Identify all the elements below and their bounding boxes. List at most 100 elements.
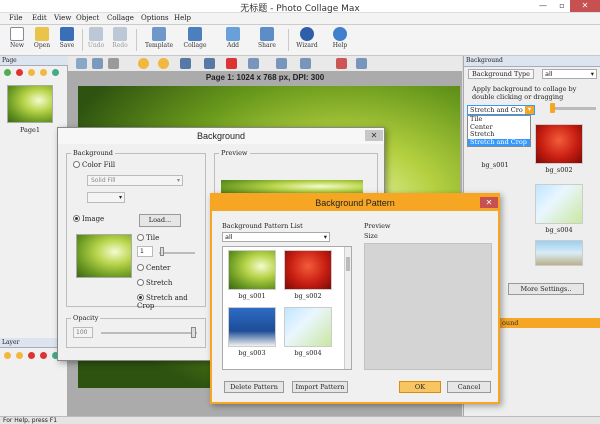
menu-options[interactable]: Options (141, 14, 169, 22)
background-type-label: Background Type (468, 69, 534, 79)
delete-icon[interactable] (226, 58, 237, 69)
toolbar-open-button[interactable]: Open (30, 27, 54, 49)
menu-object[interactable]: Object (76, 14, 99, 22)
toolbar-collage-button[interactable]: Collage (181, 27, 209, 49)
export-icon[interactable] (356, 58, 367, 69)
toolbar-wizard-button[interactable]: Wizard (295, 27, 319, 49)
fill-mode-select[interactable]: Stretch and Cro ▾ (467, 105, 535, 115)
remove-icon[interactable] (336, 58, 347, 69)
clear-layer-icon[interactable] (40, 352, 47, 359)
background-type-select[interactable]: all ▾ (542, 69, 597, 79)
toolbar-new-button[interactable]: New (5, 27, 29, 49)
rotate-left-icon[interactable] (204, 58, 215, 69)
close-window-button[interactable]: ✕ (570, 0, 600, 12)
image-thumbnail (76, 234, 132, 278)
chevron-down-icon: ▾ (323, 233, 327, 241)
menu-collage[interactable]: Collage (107, 14, 134, 22)
load-image-button[interactable]: Load... (139, 214, 181, 227)
image-radio[interactable]: Image (73, 215, 104, 223)
thumb-bg-s004[interactable]: bg_s004 (534, 184, 584, 234)
circle-icon[interactable] (138, 58, 149, 69)
crop-icon[interactable] (108, 58, 119, 69)
pattern-filter-select[interactable]: all ▾ (222, 232, 330, 242)
thumb-bg-s001-label[interactable]: bg_s001 (470, 161, 520, 169)
grid-icon[interactable] (92, 58, 103, 69)
layer-down-icon[interactable] (16, 352, 23, 359)
delete-layer-icon[interactable] (28, 352, 35, 359)
toolbar-redo-button[interactable]: Redo (108, 27, 132, 49)
menu-help[interactable]: Help (174, 14, 191, 22)
fill-mode-dropdown: Tile Center Stretch Stretch and Crop (467, 115, 531, 147)
color-fill-radio[interactable]: Color Fill (73, 161, 115, 169)
toolbar-template-button[interactable]: Template (144, 27, 174, 49)
toolbar-separator (136, 29, 137, 51)
opacity-input[interactable]: 100 (73, 327, 93, 338)
background-hint: Apply background to collage by double cl… (472, 85, 577, 101)
toolbar-undo-button[interactable]: Undo (84, 27, 108, 49)
center-radio[interactable]: Center (137, 264, 170, 272)
add-page-icon[interactable] (4, 69, 11, 76)
opacity-group: Opacity 100 (66, 314, 206, 348)
toolbar-add-button[interactable]: Add (221, 27, 245, 49)
move-down-icon[interactable] (40, 69, 47, 76)
close-icon[interactable]: ✕ (365, 130, 383, 141)
page-info: Page 1: 1024 x 768 px, DPI: 300 (205, 73, 325, 82)
page-panel-header: Page (0, 56, 68, 66)
page-thumbnail-label: Page1 (19, 126, 41, 134)
wizard-icon (300, 27, 314, 41)
pattern-item-bg-s003[interactable]: bg_s003 (227, 307, 277, 357)
circle-icon[interactable] (158, 58, 169, 69)
layer-up-icon[interactable] (4, 352, 11, 359)
fill-mode-option-selected[interactable]: Stretch and Crop (468, 138, 530, 146)
background-group: Background Color Fill Solid Fill ▾ ▾ Imag… (66, 149, 206, 310)
color-picker[interactable]: ▾ (87, 192, 125, 203)
opacity-slider-track (101, 332, 197, 334)
help-icon (333, 27, 347, 41)
pattern-list-scrollbar[interactable] (344, 247, 351, 369)
size-slider-handle[interactable] (550, 103, 555, 113)
delete-pattern-button[interactable]: Delete Pattern (224, 381, 284, 393)
frame-icon[interactable] (248, 58, 259, 69)
delete-page-icon[interactable] (16, 69, 23, 76)
menu-view[interactable]: View (54, 14, 71, 22)
tile-count-input[interactable]: 1 (137, 246, 153, 257)
tile-radio[interactable]: Tile (137, 234, 159, 242)
toolbar-separator (82, 29, 83, 51)
cancel-button[interactable]: Cancel (447, 381, 491, 393)
chevron-down-icon: ▾ (525, 106, 534, 114)
move-up-icon[interactable] (28, 69, 35, 76)
align-icon[interactable] (76, 58, 87, 69)
menu-file[interactable]: File (9, 14, 22, 22)
rotate-right-icon[interactable] (180, 58, 191, 69)
fill-type-select[interactable]: Solid Fill ▾ (87, 175, 183, 186)
stretch-radio[interactable]: Stretch (137, 279, 172, 287)
toolbar-separator (288, 29, 289, 51)
chevron-down-icon: ▾ (176, 177, 180, 184)
tile-slider-handle[interactable] (160, 247, 164, 256)
minimize-button[interactable]: — (534, 0, 552, 12)
background-panel-header: Background (464, 56, 600, 67)
layout-icon[interactable] (300, 58, 311, 69)
menu-bar: File Edit View Object Collage Options He… (0, 13, 600, 25)
scrollbar-thumb[interactable] (346, 257, 350, 271)
page-thumbnail[interactable] (7, 85, 53, 123)
more-settings-button[interactable]: More Settings.. (508, 283, 584, 295)
layout-icon[interactable] (276, 58, 287, 69)
import-pattern-button[interactable]: Import Pattern (292, 381, 348, 393)
opacity-slider-handle[interactable] (191, 327, 196, 338)
toolbar-share-button[interactable]: Share (255, 27, 279, 49)
thumb-sunflower[interactable] (534, 240, 584, 268)
toolbar-help-button[interactable]: Help (328, 27, 352, 49)
refresh-icon[interactable] (52, 69, 59, 76)
close-icon[interactable]: ✕ (480, 197, 498, 208)
pattern-item-bg-s002[interactable]: bg_s002 (283, 250, 333, 300)
pattern-item-bg-s001[interactable]: bg_s001 (227, 250, 277, 300)
stretch-crop-radio[interactable]: Stretch and Crop (137, 294, 205, 310)
toolbar-save-button[interactable]: Save (55, 27, 79, 49)
pattern-item-bg-s004[interactable]: bg_s004 (283, 307, 333, 357)
maximize-button[interactable]: ▫ (553, 0, 571, 12)
thumb-bg-s002[interactable]: bg_s002 (534, 124, 584, 174)
template-icon (152, 27, 166, 41)
ok-button[interactable]: OK (399, 381, 441, 393)
menu-edit[interactable]: Edit (32, 14, 47, 22)
